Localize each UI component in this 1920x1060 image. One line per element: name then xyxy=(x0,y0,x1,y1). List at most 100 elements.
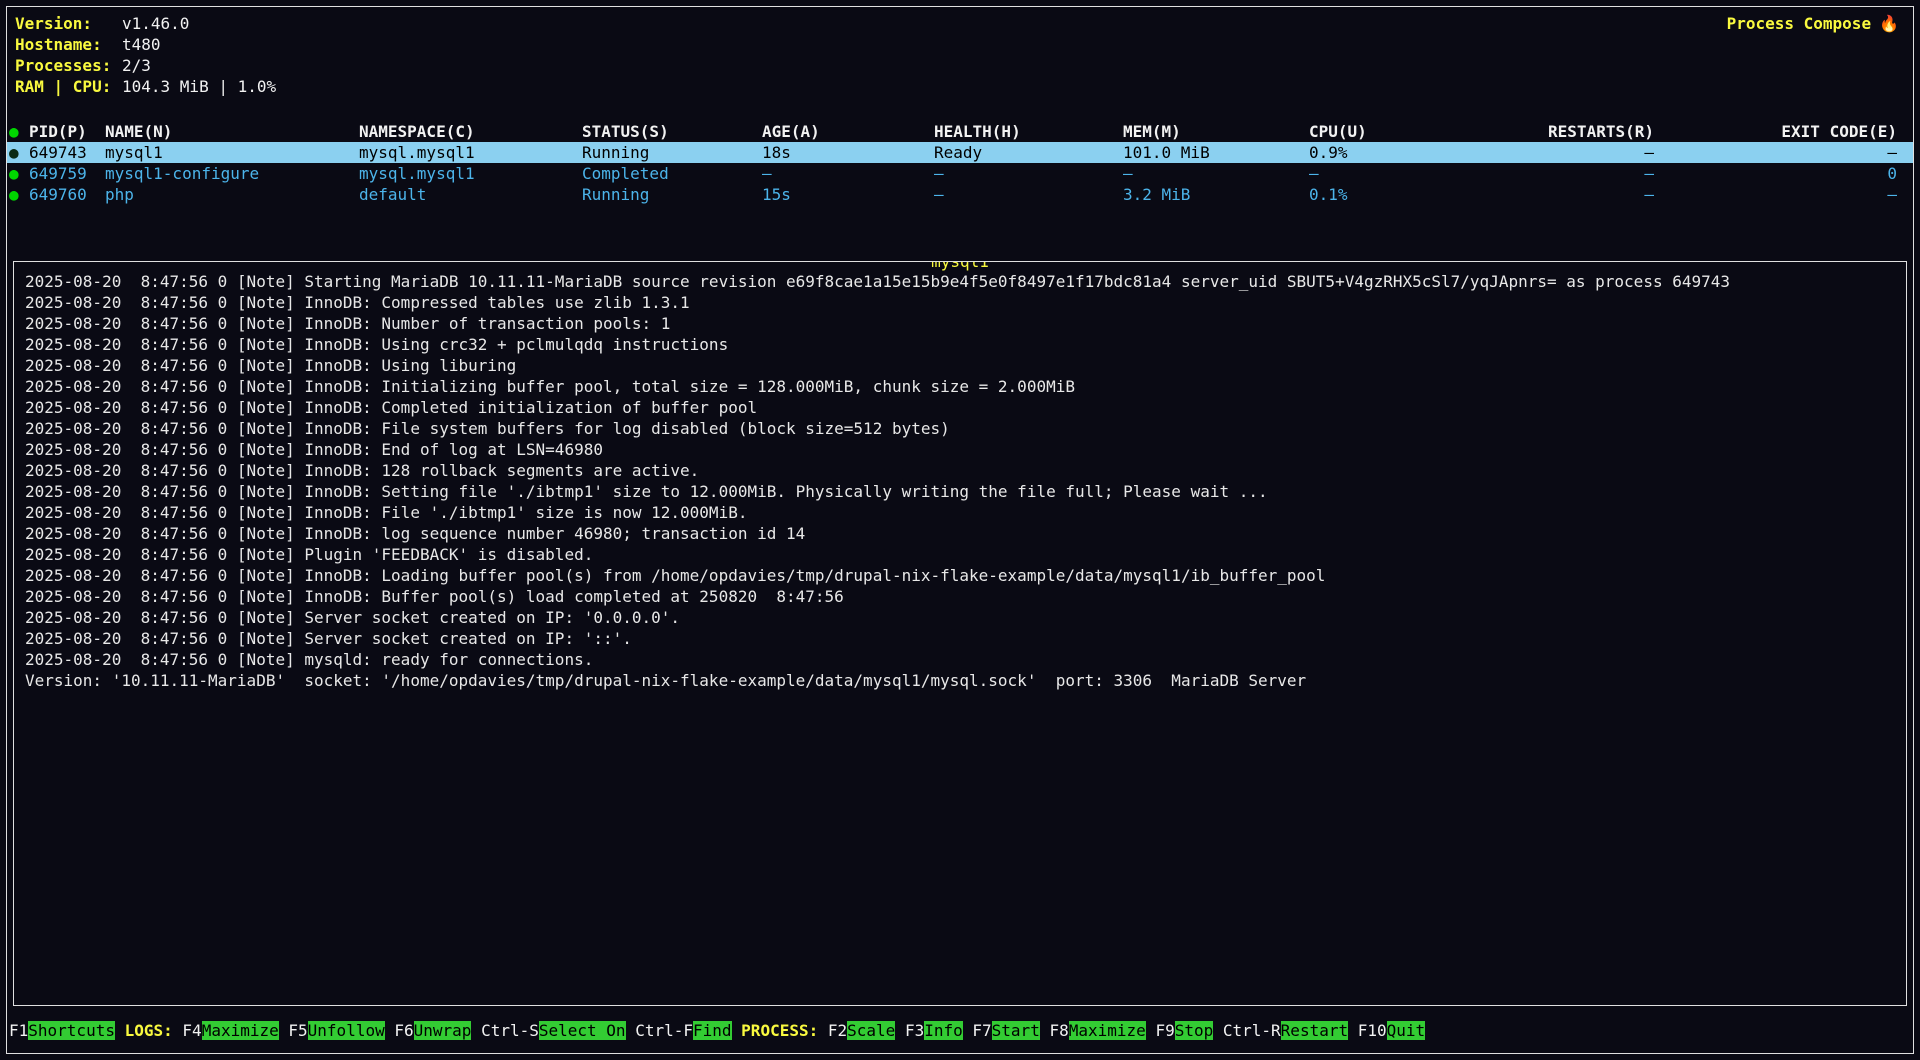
hotkey-ctrl-f-find[interactable]: Ctrl-FFind xyxy=(635,1021,731,1040)
process-table-header: ● PID(P) NAME(N) NAMESPACE(C) STATUS(S) … xyxy=(7,121,1913,142)
cell-mem: 3.2 MiB xyxy=(1123,184,1309,205)
header-dot-icon: ● xyxy=(9,121,29,142)
ram-cpu-value: 104.3 MiB | 1.0% xyxy=(122,76,276,97)
cell-namespace: mysql.mysql1 xyxy=(359,163,582,184)
col-status: STATUS(S) xyxy=(582,121,762,142)
col-mem: MEM(M) xyxy=(1123,121,1309,142)
cell-pid: 649743 xyxy=(29,142,105,163)
cell-age: 18s xyxy=(762,142,934,163)
log-panel-title: mysql1 xyxy=(928,261,992,272)
cell-exit-code: – xyxy=(1654,184,1897,205)
log-line: 2025-08-20 8:47:56 0 [Note] InnoDB: File… xyxy=(25,418,1895,439)
col-health: HEALTH(H) xyxy=(934,121,1123,142)
hotkey-section-logs: LOGS: xyxy=(125,1021,173,1040)
log-line: 2025-08-20 8:47:56 0 [Note] InnoDB: File… xyxy=(25,502,1895,523)
hotkey-action: Info xyxy=(924,1021,963,1040)
cell-mem: – xyxy=(1123,163,1309,184)
hostname-value: t480 xyxy=(122,34,161,55)
status-dot-icon: ● xyxy=(9,163,29,184)
cell-name: mysql1-configure xyxy=(105,163,359,184)
app-title-text: Process Compose xyxy=(1727,14,1872,33)
app-header: Version: v1.46.0 Process Compose🔥 Hostna… xyxy=(15,13,1899,97)
log-line: 2025-08-20 8:47:56 0 [Note] Plugin 'FEED… xyxy=(25,544,1895,565)
hotkey-f5-unfollow[interactable]: F5Unfollow xyxy=(288,1021,384,1040)
processes-value: 2/3 xyxy=(122,55,151,76)
cell-namespace: default xyxy=(359,184,582,205)
version-line: Version: v1.46.0 Process Compose 🔥 xyxy=(15,13,1899,34)
version-value: v1.46.0 xyxy=(122,13,189,34)
cell-exit-code: – xyxy=(1654,142,1897,163)
log-content: 2025-08-20 8:47:56 0 [Note] Starting Mar… xyxy=(14,262,1906,700)
log-line: 2025-08-20 8:47:56 0 [Note] InnoDB: 128 … xyxy=(25,460,1895,481)
hotkey-key: F3 xyxy=(905,1021,924,1040)
version-label: Version: xyxy=(15,13,122,34)
hotkey-f10-quit[interactable]: F10Quit xyxy=(1358,1021,1425,1040)
log-line: 2025-08-20 8:47:56 0 [Note] InnoDB: Load… xyxy=(25,565,1895,586)
cell-health: – xyxy=(934,163,1123,184)
cell-restarts: – xyxy=(1459,184,1654,205)
process-rows: ●649743mysql1mysql.mysql1Running18sReady… xyxy=(7,142,1913,205)
col-restarts: RESTARTS(R) xyxy=(1459,121,1654,142)
hotkey-f3-info[interactable]: F3Info xyxy=(905,1021,963,1040)
process-row-mysql1[interactable]: ●649743mysql1mysql.mysql1Running18sReady… xyxy=(7,142,1913,163)
hotkey-ctrl-r-restart[interactable]: Ctrl-RRestart xyxy=(1223,1021,1348,1040)
hotkey-bar: F1Shortcuts LOGS: F4Maximize F5Unfollow … xyxy=(9,1020,1897,1041)
hotkey-f6-unwrap[interactable]: F6Unwrap xyxy=(394,1021,471,1040)
process-row-php[interactable]: ●649760phpdefaultRunning15s–3.2 MiB0.1%–… xyxy=(7,184,1913,205)
hotkey-f9-stop[interactable]: F9Stop xyxy=(1155,1021,1213,1040)
hotkey-action: Maximize xyxy=(202,1021,279,1040)
hotkey-f1-shortcuts[interactable]: F1Shortcuts xyxy=(9,1021,115,1040)
hotkey-action: Shortcuts xyxy=(28,1021,115,1040)
processes-line: Processes: 2/3 xyxy=(15,55,1899,76)
log-line: 2025-08-20 8:47:56 0 [Note] InnoDB: Buff… xyxy=(25,586,1895,607)
cell-restarts: – xyxy=(1459,142,1654,163)
hotkey-action: Unfollow xyxy=(308,1021,385,1040)
hotkey-action: Stop xyxy=(1175,1021,1214,1040)
hotkey-key: F10 xyxy=(1358,1021,1387,1040)
hotkey-key: F2 xyxy=(828,1021,847,1040)
log-panel[interactable]: mysql1 2025-08-20 8:47:56 0 [Note] Start… xyxy=(13,261,1907,1006)
fire-icon: 🔥 xyxy=(1879,14,1899,33)
hotkey-action: Select On xyxy=(539,1021,626,1040)
hotkey-f7-start[interactable]: F7Start xyxy=(972,1021,1039,1040)
hotkey-f4-maximize[interactable]: F4Maximize xyxy=(182,1021,278,1040)
hotkey-key: F5 xyxy=(288,1021,307,1040)
process-compose-window: Version: v1.46.0 Process Compose🔥 Hostna… xyxy=(6,6,1914,1054)
log-line: 2025-08-20 8:47:56 0 [Note] InnoDB: Numb… xyxy=(25,313,1895,334)
log-line: 2025-08-20 8:47:56 0 [Note] Server socke… xyxy=(25,628,1895,649)
cell-name: php xyxy=(105,184,359,205)
hotkey-key: Ctrl-R xyxy=(1223,1021,1281,1040)
ram-cpu-line: RAM | CPU: 104.3 MiB | 1.0% xyxy=(15,76,1899,97)
cell-age: 15s xyxy=(762,184,934,205)
hotkey-f8-maximize[interactable]: F8Maximize xyxy=(1049,1021,1145,1040)
cell-namespace: mysql.mysql1 xyxy=(359,142,582,163)
cell-restarts: – xyxy=(1459,163,1654,184)
col-cpu: CPU(U) xyxy=(1309,121,1459,142)
cell-health: – xyxy=(934,184,1123,205)
hotkey-action: Quit xyxy=(1387,1021,1426,1040)
hotkey-key: F8 xyxy=(1049,1021,1068,1040)
process-row-mysql1-configure[interactable]: ●649759mysql1-configuremysql.mysql1Compl… xyxy=(7,163,1913,184)
col-pid: PID(P) xyxy=(29,121,105,142)
log-line: 2025-08-20 8:47:56 0 [Note] InnoDB: Init… xyxy=(25,376,1895,397)
cell-age: – xyxy=(762,163,934,184)
cell-exit-code: 0 xyxy=(1654,163,1897,184)
cell-mem: 101.0 MiB xyxy=(1123,142,1309,163)
hotkey-action: Maximize xyxy=(1069,1021,1146,1040)
hotkey-ctrl-s-select-on[interactable]: Ctrl-SSelect On xyxy=(481,1021,626,1040)
log-line: 2025-08-20 8:47:56 0 [Note] InnoDB: Usin… xyxy=(25,355,1895,376)
log-line: 2025-08-20 8:47:56 0 [Note] InnoDB: Sett… xyxy=(25,481,1895,502)
status-dot-icon: ● xyxy=(9,142,29,163)
cell-pid: 649760 xyxy=(29,184,105,205)
hotkey-key: F9 xyxy=(1155,1021,1174,1040)
log-line: 2025-08-20 8:47:56 0 [Note] InnoDB: Usin… xyxy=(25,334,1895,355)
log-line: 2025-08-20 8:47:56 0 [Note] InnoDB: log … xyxy=(25,523,1895,544)
hotkey-action: Unwrap xyxy=(414,1021,472,1040)
col-age: AGE(A) xyxy=(762,121,934,142)
log-line: 2025-08-20 8:47:56 0 [Note] InnoDB: Comp… xyxy=(25,292,1895,313)
hotkey-f2-scale[interactable]: F2Scale xyxy=(828,1021,895,1040)
cell-pid: 649759 xyxy=(29,163,105,184)
cell-status: Completed xyxy=(582,163,762,184)
hotkey-action: Start xyxy=(992,1021,1040,1040)
cell-cpu: 0.1% xyxy=(1309,184,1459,205)
